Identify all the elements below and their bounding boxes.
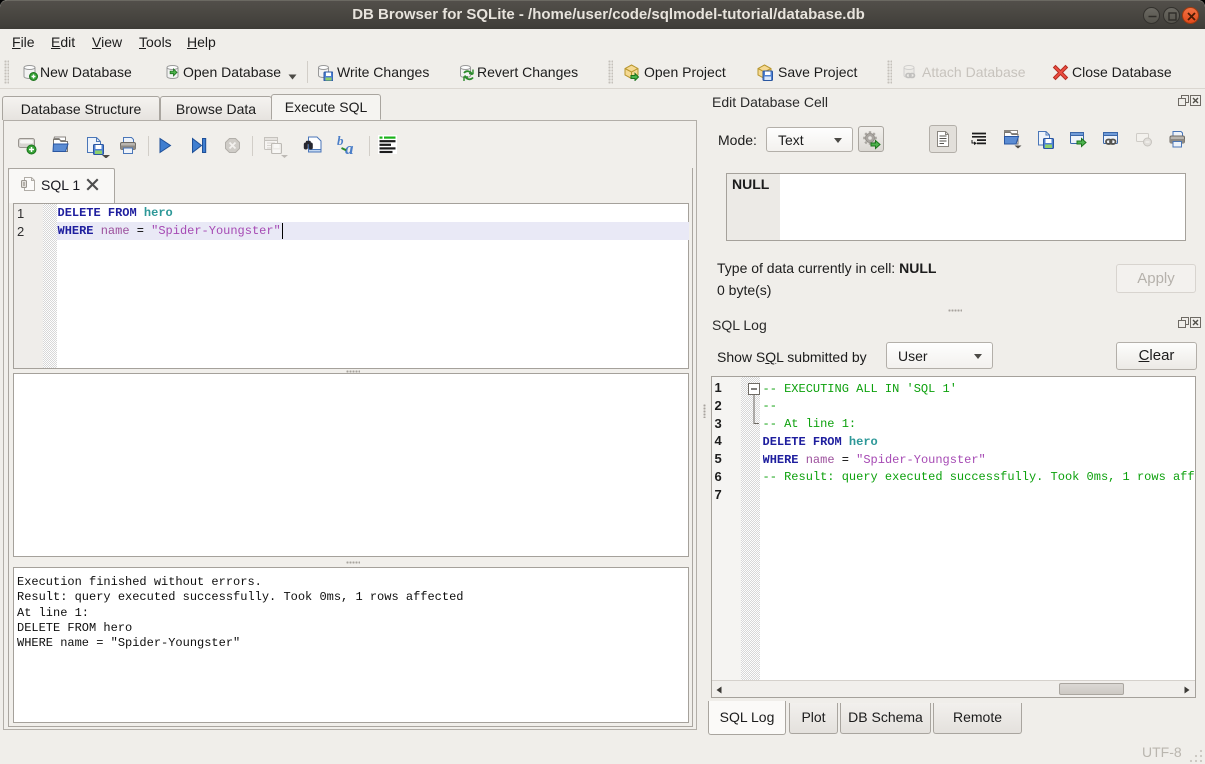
svg-text:a: a [345, 139, 354, 155]
svg-text:b: b [337, 134, 344, 148]
